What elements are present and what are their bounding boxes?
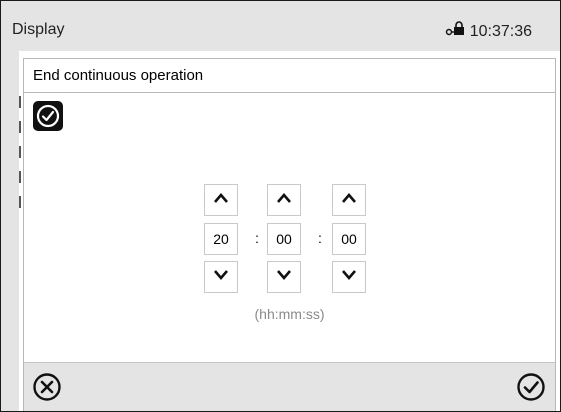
background-menu-marker (19, 171, 21, 183)
background-menu-marker (19, 121, 21, 133)
lock-key-icon (445, 21, 467, 42)
chevron-up-icon (213, 191, 229, 209)
cancel-button[interactable] (31, 372, 63, 407)
clock-time: 10:37:36 (469, 22, 532, 40)
background-menu-marker (19, 146, 21, 158)
minutes-down-button[interactable] (267, 261, 301, 293)
end-continuous-operation-dialog: End continuous operation 20 : 00: 00 (h… (23, 58, 556, 411)
seconds-down-button[interactable] (332, 261, 366, 293)
dialog-footer (24, 362, 555, 411)
chevron-up-icon (276, 191, 292, 209)
confirm-circle-check-icon (516, 372, 546, 407)
minutes-field[interactable]: 00 (267, 223, 301, 255)
seconds-up-button[interactable] (332, 184, 366, 216)
time-separator: : (318, 230, 322, 246)
dialog-header: End continuous operation (24, 59, 555, 93)
seconds-field[interactable]: 00 (332, 223, 366, 255)
background-menu-marker (19, 96, 21, 108)
minutes-up-button[interactable] (267, 184, 301, 216)
screen-title: Display (12, 21, 65, 38)
cancel-circle-x-icon (32, 372, 62, 407)
chevron-up-icon (341, 191, 357, 209)
status-clock: 10:37:36 (445, 21, 532, 42)
background-menu-marker (19, 196, 21, 208)
hours-down-button[interactable] (204, 261, 238, 293)
time-separator: : (255, 230, 259, 246)
hours-up-button[interactable] (204, 184, 238, 216)
chevron-down-icon (276, 268, 292, 286)
chevron-down-icon (341, 268, 357, 286)
confirm-button[interactable] (515, 372, 547, 407)
clock-icon (33, 101, 63, 131)
hours-field[interactable]: 20 (204, 223, 238, 255)
device-screen: Display 10:37:36 End continuous operatio… (0, 0, 561, 412)
status-bar: Display 10:37:36 (1, 1, 560, 51)
dialog-title: End continuous operation (33, 67, 204, 84)
chevron-down-icon (213, 268, 229, 286)
time-format-hint: (hh:mm:ss) (254, 306, 325, 322)
